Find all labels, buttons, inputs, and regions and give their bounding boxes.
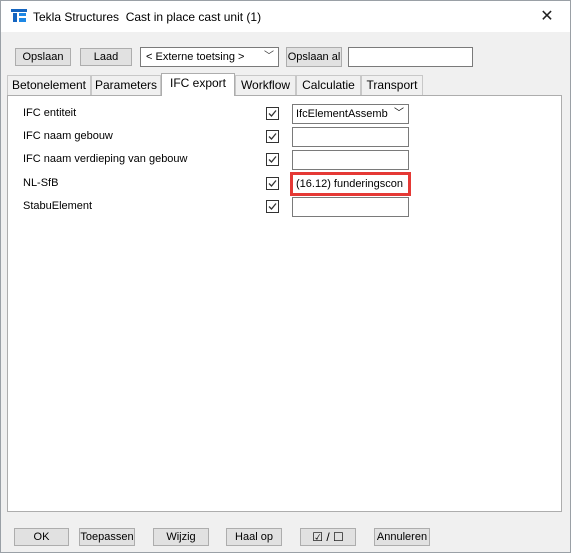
nl-sfb-input[interactable]: (16.12) funderingscon [290,172,411,196]
enable-checkbox-nl-sfb[interactable] [266,177,279,190]
tab-workflow[interactable]: Workflow [235,75,296,95]
cancel-button[interactable]: Annuleren [374,528,430,546]
ok-button[interactable]: OK [14,528,69,546]
save-as-name-input[interactable] [348,47,473,67]
load-button[interactable]: Laad [80,48,132,66]
tekla-app-icon [11,9,27,23]
enable-checkbox-ifc-entiteit[interactable] [266,107,279,120]
checkmark-icon [268,156,277,163]
tab-betonelement[interactable]: Betonelement [7,75,91,95]
toggle-all-checkboxes-button[interactable]: ☑ / ☐ [300,528,356,546]
ifc-entiteit-value: IfcElementAssemb [296,108,388,120]
field-label-ifc-entiteit: IFC entiteit [23,107,77,119]
close-button[interactable]: ✕ [524,1,570,32]
ifc-naam-verdieping-input[interactable] [292,150,409,170]
field-label-stabu-element: StabuElement [23,200,93,212]
stabu-element-input[interactable] [292,197,409,217]
apply-button[interactable]: Toepassen [79,528,135,546]
attribute-set-dropdown[interactable]: < Externe toetsing > ﹀ [140,47,279,67]
tab-calculatie[interactable]: Calculatie [296,75,361,95]
checkmark-icon [268,133,277,140]
field-label-ifc-naam-gebouw: IFC naam gebouw [23,130,113,142]
field-label-nl-sfb: NL-SfB [23,177,59,189]
modify-button[interactable]: Wijzig [153,528,209,546]
tab-transport[interactable]: Transport [361,75,423,95]
enable-checkbox-stabu-element[interactable] [266,200,279,213]
ifc-naam-gebouw-input[interactable] [292,127,409,147]
window-title: Tekla Structures Cast in place cast unit… [33,10,262,24]
get-button[interactable]: Haal op [226,528,282,546]
tab-ifc-export[interactable]: IFC export [161,73,235,96]
checkmark-icon [268,110,277,117]
save-button[interactable]: Opslaan [15,48,71,66]
dialog-window: Tekla Structures Cast in place cast unit… [0,0,571,553]
save-as-button[interactable]: Opslaan al [286,47,342,67]
title-bar: Tekla Structures Cast in place cast unit… [1,1,570,32]
attribute-set-value: < Externe toetsing > [146,51,245,63]
chevron-down-icon: ﹀ [264,51,274,62]
chevron-down-icon: ﹀ [394,108,404,119]
field-label-ifc-naam-verdieping: IFC naam verdieping van gebouw [23,153,188,165]
ifc-entiteit-dropdown[interactable]: IfcElementAssemb ﹀ [292,104,409,124]
checkmark-icon [268,180,277,187]
tab-parameters[interactable]: Parameters [91,75,161,95]
checkmark-icon [268,203,277,210]
enable-checkbox-ifc-naam-verdieping[interactable] [266,153,279,166]
ifc-export-panel: IFC entiteit IfcElementAssemb ﹀ IFC naam… [7,95,562,512]
enable-checkbox-ifc-naam-gebouw[interactable] [266,130,279,143]
